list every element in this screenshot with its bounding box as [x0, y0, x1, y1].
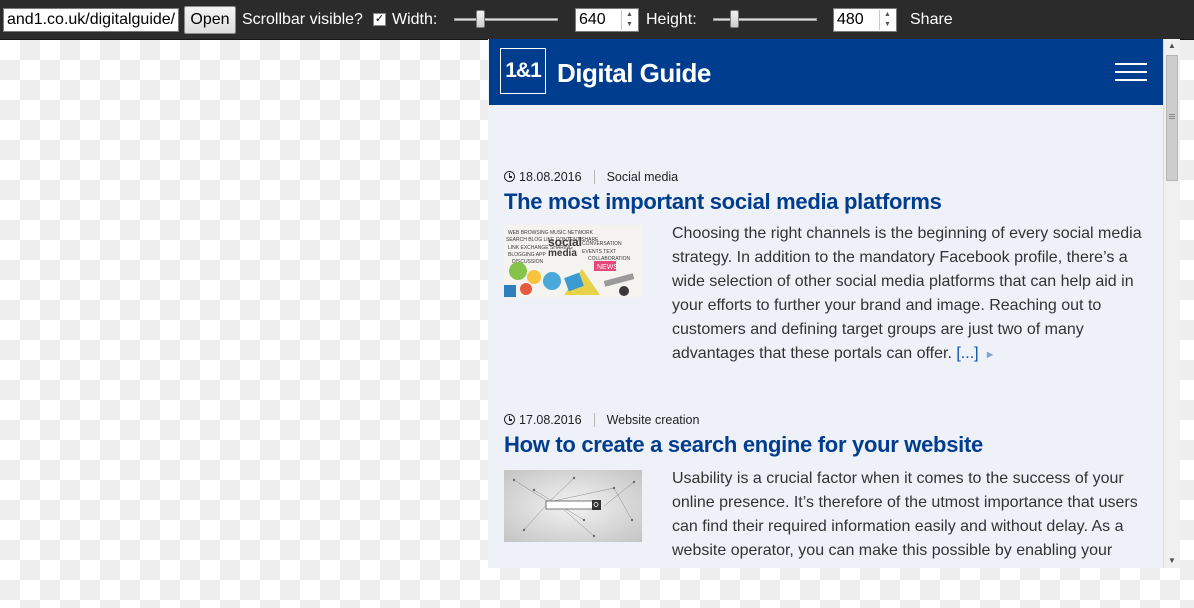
- width-value: 640: [579, 11, 606, 28]
- article-category[interactable]: Website creation: [607, 413, 700, 427]
- scrollbar-visible-label: Scrollbar visible?: [242, 11, 363, 28]
- width-label: Width:: [392, 11, 438, 28]
- arrow-right-icon[interactable]: ►: [985, 349, 996, 361]
- emulated-viewport: 1&1 Digital Guide 18.08.2016 Social media…: [488, 39, 1180, 568]
- article-card: 18.08.2016 Social media The most importan…: [504, 169, 1154, 369]
- height-slider[interactable]: [713, 8, 817, 32]
- svg-text:LINK EXCHANGE SHARING: LINK EXCHANGE SHARING: [508, 245, 573, 251]
- spin-up-icon[interactable]: ▲: [622, 10, 637, 20]
- search-box-illustration-icon: [504, 470, 642, 542]
- share-link[interactable]: Share: [910, 11, 953, 29]
- article-excerpt-text: Choosing the right channels is the begin…: [672, 225, 1142, 362]
- height-slider-track: [713, 18, 817, 21]
- width-spinner[interactable]: ▲ ▼: [621, 10, 637, 30]
- height-input[interactable]: 480 ▲ ▼: [833, 8, 897, 32]
- svg-text:BLOGGING APP: BLOGGING APP: [508, 252, 546, 258]
- svg-text:CONVERSATION: CONVERSATION: [582, 241, 622, 247]
- height-value: 480: [837, 11, 864, 28]
- site-logo[interactable]: 1&1: [500, 48, 546, 94]
- spin-down-icon[interactable]: ▼: [880, 20, 895, 30]
- article-date: 18.08.2016: [519, 170, 582, 184]
- article-excerpt: Choosing the right channels is the begin…: [672, 222, 1148, 367]
- meta-divider: [593, 170, 595, 184]
- scrollbar-thumb[interactable]: [1166, 55, 1178, 181]
- article-meta: 17.08.2016 Website creation: [504, 412, 699, 428]
- scrollbar-visible-checkbox[interactable]: ✓: [373, 13, 386, 26]
- article-meta: 18.08.2016 Social media: [504, 169, 678, 185]
- svg-text:EVENTS TEXT: EVENTS TEXT: [582, 249, 616, 255]
- height-spinner[interactable]: ▲ ▼: [879, 10, 895, 30]
- height-label: Height:: [646, 11, 697, 28]
- open-button[interactable]: Open: [184, 6, 236, 34]
- page-scrollbar[interactable]: ▲ ▼: [1163, 39, 1180, 568]
- article-title[interactable]: How to create a search engine for your w…: [504, 431, 983, 459]
- emulator-toolbar: and1.co.uk/digitalguide/ Open Scrollbar …: [0, 0, 1194, 40]
- grip-icon: [1169, 114, 1175, 115]
- width-slider-handle[interactable]: [476, 10, 485, 28]
- article-category[interactable]: Social media: [607, 170, 679, 184]
- article-title[interactable]: The most important social media platform…: [504, 188, 942, 216]
- svg-text:NEWS: NEWS: [597, 264, 618, 271]
- url-input[interactable]: and1.co.uk/digitalguide/: [3, 8, 179, 32]
- site-brand[interactable]: Digital Guide: [557, 57, 711, 89]
- article-thumbnail-social-media[interactable]: WEB BROWSING MUSIC NETWORK SEARCH BLOG L…: [504, 225, 642, 297]
- read-more-link[interactable]: [...]: [956, 345, 978, 362]
- spin-up-icon[interactable]: ▲: [880, 10, 895, 20]
- scroll-up-icon[interactable]: ▲: [1164, 39, 1180, 53]
- social-media-collage-icon: WEB BROWSING MUSIC NETWORK SEARCH BLOG L…: [504, 225, 642, 297]
- spin-down-icon[interactable]: ▼: [622, 20, 637, 30]
- site-header: 1&1 Digital Guide: [489, 39, 1163, 105]
- scroll-down-icon[interactable]: ▼: [1164, 554, 1180, 568]
- hamburger-menu-icon[interactable]: [1115, 63, 1147, 83]
- height-slider-handle[interactable]: [729, 10, 739, 28]
- width-slider[interactable]: [454, 8, 558, 32]
- article-date: 17.08.2016: [519, 413, 582, 427]
- article-excerpt-text: Usability is a crucial factor when it co…: [672, 470, 1138, 559]
- width-input[interactable]: 640 ▲ ▼: [575, 8, 639, 32]
- clock-icon: [504, 414, 515, 425]
- clock-icon: [504, 171, 515, 182]
- meta-divider: [593, 413, 595, 427]
- article-card: 17.08.2016 Website creation How to create…: [504, 412, 1154, 568]
- width-slider-track: [454, 18, 558, 21]
- article-thumbnail-search-engine[interactable]: [504, 470, 642, 542]
- article-excerpt: Usability is a crucial factor when it co…: [672, 467, 1148, 563]
